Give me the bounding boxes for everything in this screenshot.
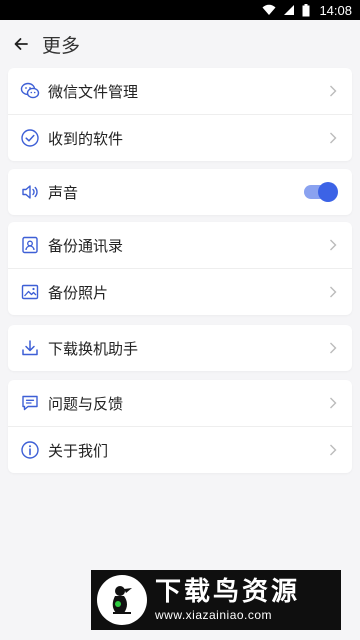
contacts-icon <box>20 235 40 255</box>
speaker-icon <box>20 182 40 202</box>
row-label: 问题与反馈 <box>48 394 124 413</box>
watermark: 下载鸟资源 www.xiazainiao.com <box>91 570 341 630</box>
bird-logo-icon <box>97 575 147 625</box>
row-label: 收到的软件 <box>48 129 124 148</box>
sound-toggle[interactable] <box>304 182 338 202</box>
card-files: 微信文件管理 收到的软件 <box>8 68 352 161</box>
watermark-url: www.xiazainiao.com <box>155 608 273 622</box>
chevron-right-icon <box>326 341 340 355</box>
row-backup-photos[interactable]: 备份照片 <box>8 268 352 315</box>
chevron-right-icon <box>326 443 340 457</box>
row-label: 关于我们 <box>48 441 109 460</box>
card-about: 问题与反馈 关于我们 <box>8 380 352 473</box>
row-label: 备份通讯录 <box>48 236 124 255</box>
info-icon <box>20 440 40 460</box>
row-backup-contacts[interactable]: 备份通讯录 <box>8 222 352 268</box>
watermark-text: 下载鸟资源 www.xiazainiao.com <box>155 577 300 623</box>
chevron-right-icon <box>326 84 340 98</box>
row-about-us[interactable]: 关于我们 <box>8 426 352 473</box>
feedback-icon <box>20 393 40 413</box>
status-time: 14:08 <box>319 2 352 18</box>
row-sound: 声音 <box>8 169 352 215</box>
chevron-right-icon <box>326 238 340 252</box>
card-sound: 声音 <box>8 169 352 215</box>
arrow-left-icon <box>14 38 28 50</box>
chevron-right-icon <box>326 131 340 145</box>
check-circle-icon <box>20 128 40 148</box>
battery-icon <box>302 3 310 17</box>
page-title: 更多 <box>42 34 81 57</box>
row-label: 声音 <box>48 183 79 202</box>
wifi-icon <box>262 4 276 16</box>
row-download-assistant[interactable]: 下载换机助手 <box>8 325 352 371</box>
row-label: 备份照片 <box>48 283 109 302</box>
card-download: 下载换机助手 <box>8 325 352 371</box>
wechat-icon <box>20 81 40 101</box>
photo-icon <box>20 282 40 302</box>
watermark-title: 下载鸟资源 <box>155 577 301 607</box>
row-feedback[interactable]: 问题与反馈 <box>8 380 352 426</box>
status-bar: 14:08 <box>0 0 360 20</box>
row-received-software[interactable]: 收到的软件 <box>8 114 352 161</box>
download-icon <box>20 338 40 358</box>
chevron-right-icon <box>326 285 340 299</box>
toggle-knob <box>318 182 338 202</box>
header: 更多 <box>0 20 360 68</box>
row-label: 微信文件管理 <box>48 82 139 101</box>
card-backup: 备份通讯录 备份照片 <box>8 222 352 315</box>
back-button[interactable] <box>9 32 33 56</box>
signal-icon <box>283 4 295 16</box>
row-wechat-files[interactable]: 微信文件管理 <box>8 68 352 114</box>
row-label: 下载换机助手 <box>48 339 139 358</box>
chevron-right-icon <box>326 396 340 410</box>
